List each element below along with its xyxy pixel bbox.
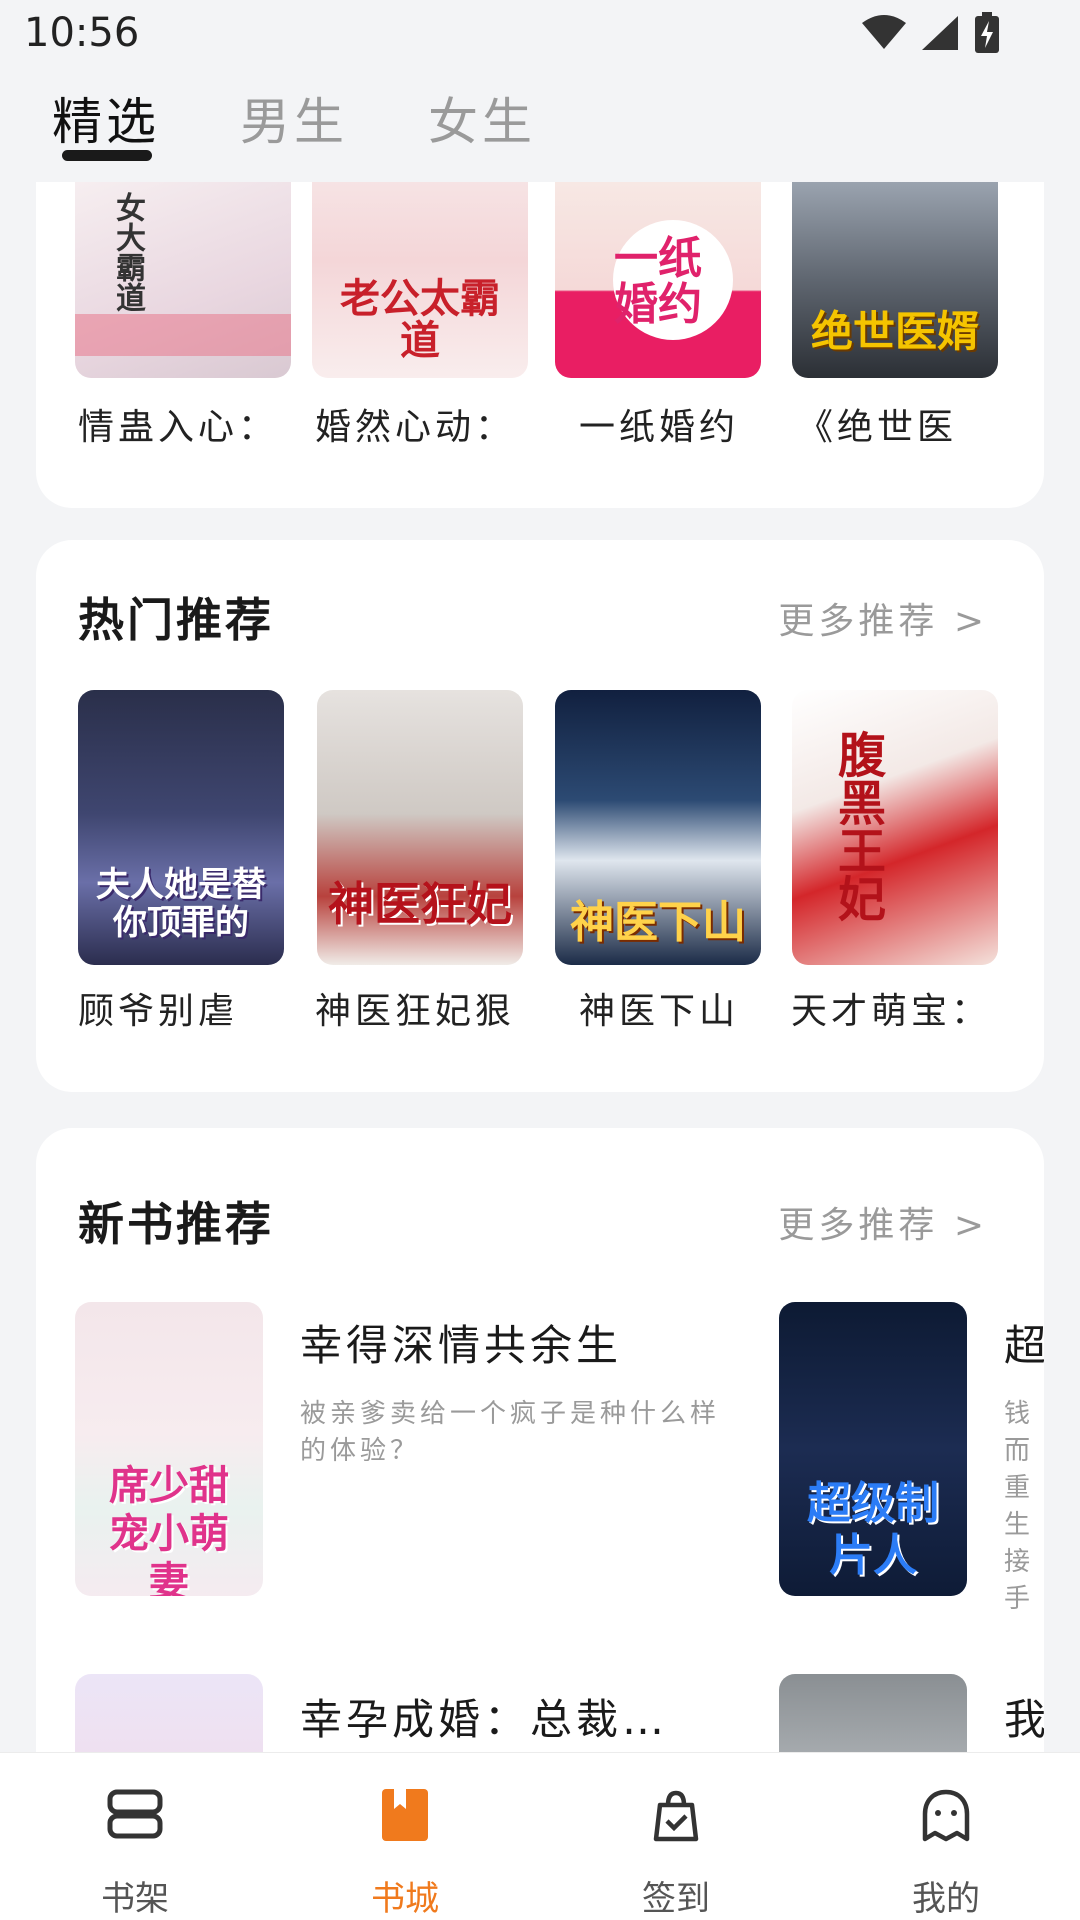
tab-indicator	[62, 150, 152, 161]
cover-text: 一纸婚约	[614, 233, 702, 330]
profile-face-icon	[922, 1789, 970, 1842]
hot-recommend-card: 热门推荐 更多推荐 > 夫人她是替你顶罪的 神医狂妃 神医下山 腹黑王妃 顾爷别…	[36, 540, 1044, 1092]
cover-text: 超级制片人	[807, 1478, 939, 1581]
book-title[interactable]: 一纸婚约	[579, 398, 739, 450]
bookmark-book-icon	[382, 1789, 428, 1841]
book-title[interactable]: 天才萌宝：	[791, 982, 991, 1034]
status-icons	[862, 12, 1000, 54]
cover-text: 神医狂妃	[328, 877, 512, 931]
book-title[interactable]: 神医狂妃狠	[315, 982, 515, 1034]
bookshelf-icon	[107, 1789, 163, 1839]
book-title[interactable]: 《绝世医	[797, 398, 957, 450]
section-title: 新书推荐	[78, 1197, 274, 1251]
book-description: 被亲爹卖给一个疯子是种什么样的体验？	[300, 1399, 721, 1466]
cover-text: 席少甜宠小萌妻	[109, 1462, 229, 1596]
bottom-nav: 书架 书城 签到 我的	[0, 1752, 1080, 1920]
book-title[interactable]: 情蛊入心：	[78, 398, 278, 450]
book-cover[interactable]: 夫人她是替你顶罪的	[78, 690, 284, 965]
book-cover[interactable]: 席少甜宠小萌妻	[75, 1302, 263, 1596]
wifi-icon	[862, 15, 906, 49]
nav-label: 书城	[371, 1879, 439, 1919]
tab-male[interactable]: 男生	[240, 82, 348, 154]
book-title[interactable]: 我	[1004, 1686, 1044, 1747]
status-bar: 10:56	[0, 0, 1080, 70]
nav-checkin[interactable]: 签到	[576, 1753, 776, 1920]
book-cover[interactable]: 绝世医婿	[792, 182, 998, 378]
book-title[interactable]: 幸孕成婚：总裁…	[300, 1686, 668, 1747]
top-tabs: 精选 男生 女生	[52, 82, 536, 154]
tab-featured[interactable]: 精选	[52, 82, 160, 154]
book-cover[interactable]: 老公太霸道	[312, 182, 528, 378]
cover-text: 神医下山	[570, 897, 746, 948]
book-cover[interactable]: 神医狂妃	[317, 690, 523, 965]
signal-icon	[922, 16, 958, 50]
nav-label: 我的	[912, 1879, 980, 1919]
book-cover[interactable]: 腹黑王妃	[792, 690, 998, 965]
book-title[interactable]: 顾爷别虐	[78, 982, 238, 1034]
book-title[interactable]: 幸得深情共余生	[300, 1312, 622, 1373]
status-time: 10:56	[24, 10, 140, 56]
book-cover[interactable]: 神医下山	[555, 690, 761, 965]
battery-icon	[975, 12, 999, 53]
nav-label: 签到	[642, 1879, 710, 1919]
more-link[interactable]: 更多推荐 >	[778, 1196, 988, 1248]
book-title[interactable]: 婚然心动：	[315, 398, 515, 450]
book-title[interactable]: 超	[1004, 1312, 1044, 1373]
checkin-bag-icon	[653, 1790, 699, 1842]
book-description: 钱而重生接手	[1004, 1399, 1035, 1614]
section-title: 热门推荐	[78, 593, 274, 647]
book-cover[interactable]: 女大霸道	[75, 182, 291, 378]
new-books-card: 新书推荐 更多推荐 > 席少甜宠小萌妻 幸得深情共余生 被亲爹卖给一个疯子是种什…	[36, 1128, 1044, 1828]
featured-card: 女大霸道 老公太霸道 一纸婚约 绝世医婿 情蛊入心： 婚然心动： 一纸婚约 《绝…	[36, 182, 1044, 508]
tab-female[interactable]: 女生	[428, 82, 536, 154]
cover-text: 女大霸道	[110, 192, 145, 312]
nav-bookshelf[interactable]: 书架	[35, 1753, 235, 1920]
cover-text: 老公太霸道	[340, 275, 500, 364]
nav-profile[interactable]: 我的	[846, 1753, 1046, 1920]
book-title[interactable]: 神医下山	[579, 982, 739, 1034]
book-cover[interactable]: 一纸婚约	[555, 182, 761, 378]
nav-bookstore[interactable]: 书城	[305, 1753, 505, 1920]
more-link[interactable]: 更多推荐 >	[778, 592, 988, 644]
cover-text: 腹黑王妃	[829, 730, 885, 922]
book-cover[interactable]: 超级制片人	[779, 1302, 967, 1596]
cover-text: 夫人她是替你顶罪的	[96, 865, 266, 943]
nav-label: 书架	[101, 1879, 169, 1919]
cover-text: 绝世医婿	[810, 307, 979, 356]
